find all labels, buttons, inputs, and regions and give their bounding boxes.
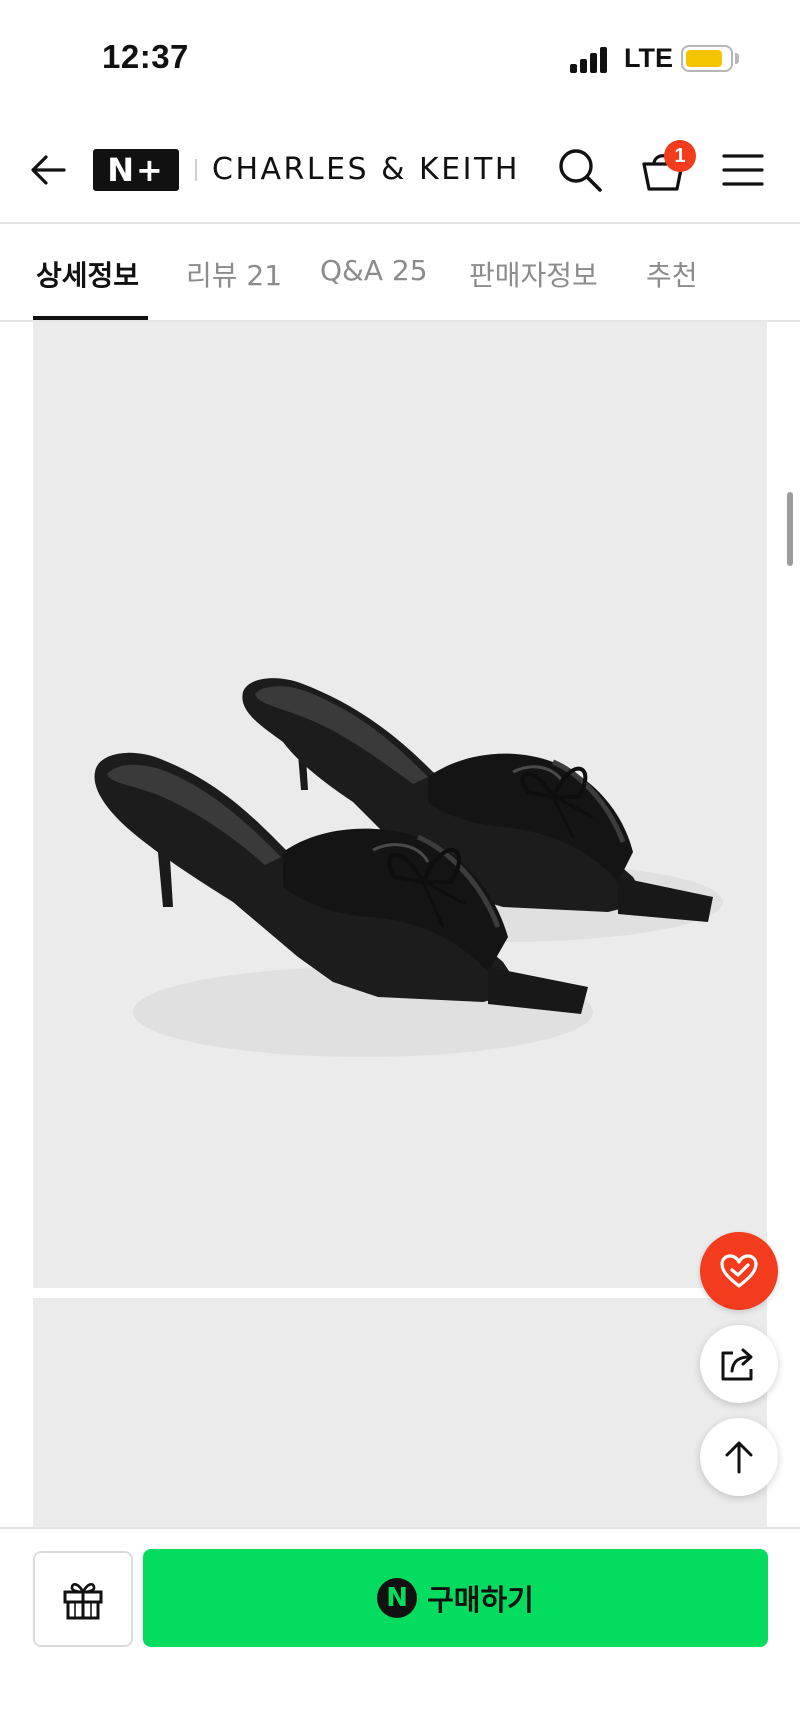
logo-text: N+ (107, 151, 165, 189)
scroll-to-top-button[interactable] (700, 1418, 778, 1496)
battery-tip (735, 53, 739, 64)
naver-pay-badge: N (377, 1578, 418, 1618)
search-icon (559, 149, 602, 192)
store-brand-name[interactable]: CHARLES & KEITH (212, 152, 520, 187)
like-button[interactable] (700, 1232, 778, 1310)
gift-button[interactable] (33, 1551, 133, 1647)
purchase-bar: N 구매하기 (0, 1527, 800, 1735)
image-separator (33, 1288, 767, 1298)
active-tab-indicator (33, 316, 148, 320)
buy-button[interactable]: N 구매하기 (143, 1549, 768, 1647)
cart-count-badge: 1 (664, 140, 696, 172)
scrollbar[interactable] (787, 492, 793, 566)
tab-seller-info[interactable]: 판매자정보 (469, 254, 598, 294)
tab-recommend[interactable]: 추천 (646, 254, 698, 294)
tab-qna[interactable]: Q&A 25 (320, 254, 428, 287)
signal-icon (570, 47, 610, 73)
product-image-2[interactable] (33, 1298, 767, 1530)
brand-divider (195, 159, 197, 181)
status-time: 12:37 (102, 38, 189, 75)
naver-plus-logo[interactable]: N+ (93, 149, 179, 191)
product-detail-content (0, 322, 800, 1530)
back-button[interactable] (26, 148, 70, 192)
arrow-left-icon (31, 155, 66, 185)
app-header: N+ CHARLES & KEITH 1 (0, 118, 800, 224)
product-image[interactable] (33, 322, 767, 1288)
gift-icon (63, 1583, 103, 1620)
heart-check-icon (720, 1254, 758, 1288)
product-tabs: 상세정보 리뷰 21 Q&A 25 판매자정보 추천 (0, 224, 800, 322)
tab-reviews[interactable]: 리뷰 21 (186, 254, 282, 294)
battery-icon (681, 45, 733, 72)
share-icon (721, 1348, 753, 1381)
status-bar: 12:37 LTE (0, 0, 800, 118)
menu-button[interactable] (722, 152, 764, 188)
hamburger-menu-icon (722, 154, 764, 186)
share-button[interactable] (700, 1325, 778, 1403)
network-label: LTE (624, 43, 673, 73)
tab-details[interactable]: 상세정보 (36, 254, 139, 294)
search-button[interactable] (556, 146, 604, 194)
buy-label: 구매하기 (427, 1583, 534, 1617)
sandals-illustration (94, 678, 723, 1057)
arrow-up-icon (725, 1441, 753, 1474)
